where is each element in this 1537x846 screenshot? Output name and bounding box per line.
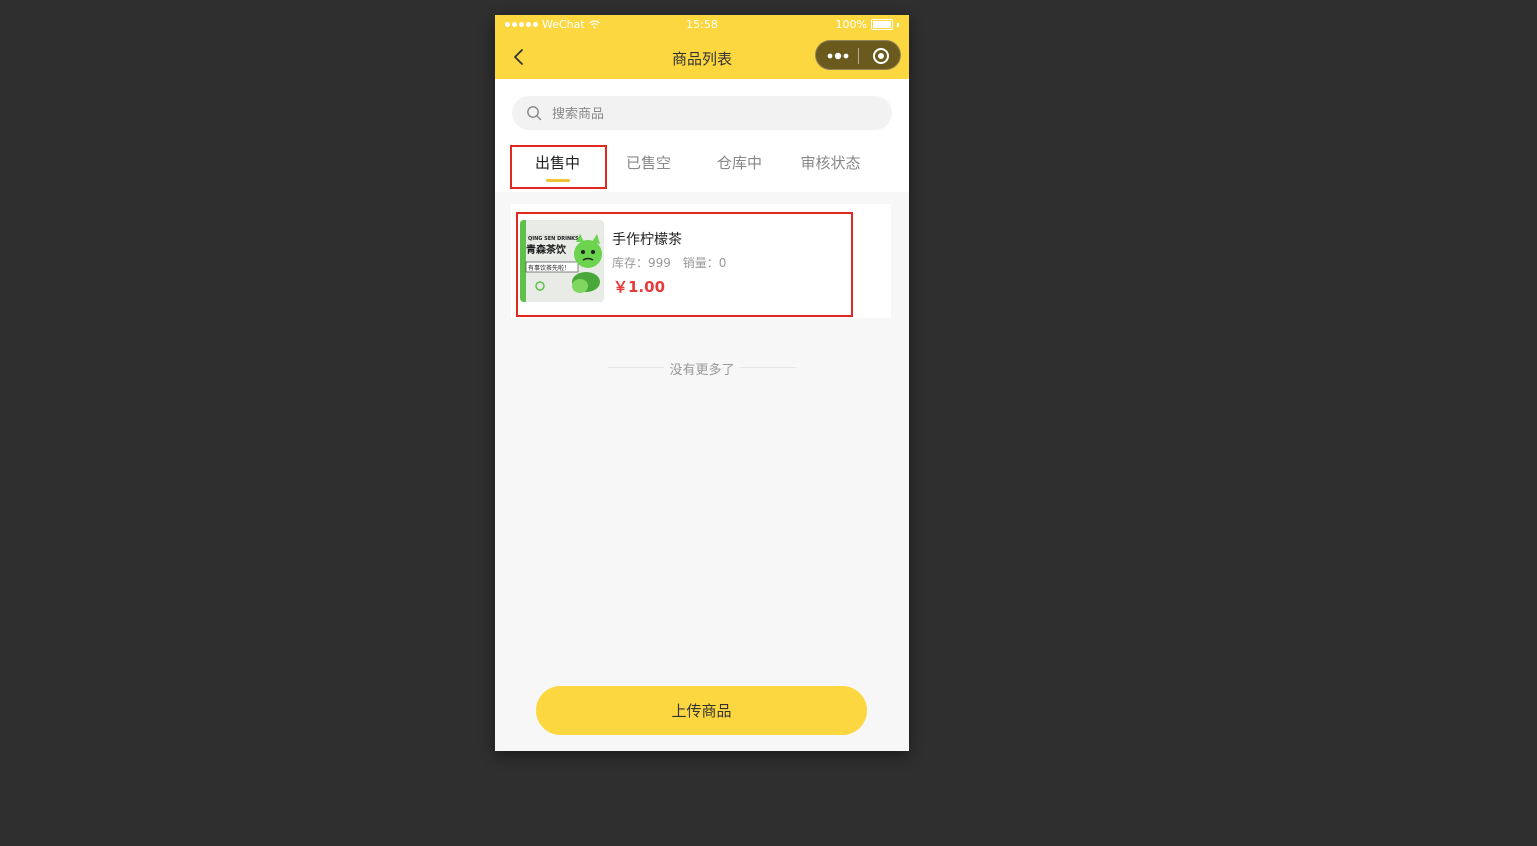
search-icon: [527, 106, 542, 121]
battery-status: 100%: [836, 18, 899, 31]
mini-program-capsule: [815, 40, 901, 70]
tab-label: 已售空: [625, 154, 671, 172]
more-dots-icon[interactable]: [826, 51, 850, 61]
upload-product-button[interactable]: 上传商品: [536, 686, 867, 735]
highlight-box-product: [516, 212, 853, 317]
search-bar: [512, 96, 892, 132]
tab-review-status[interactable]: 审核状态: [785, 151, 876, 191]
battery-percent: 100%: [835, 18, 867, 31]
divider-right: [740, 367, 796, 368]
highlight-box-tab: [510, 145, 607, 189]
battery-icon: [871, 19, 893, 30]
status-bar: WeChat 15:58 100%: [495, 15, 909, 35]
tab-in-warehouse[interactable]: 仓库中: [694, 151, 785, 191]
tab-label: 审核状态: [800, 154, 861, 172]
nav-bar: 商品列表: [495, 35, 909, 79]
search-input[interactable]: [550, 96, 884, 132]
capsule-divider: [858, 48, 859, 64]
no-more-text: 没有更多了: [669, 363, 735, 378]
tab-label: 仓库中: [716, 154, 762, 172]
tab-sold-out[interactable]: 已售空: [603, 151, 694, 191]
list-end-indicator: 没有更多了: [495, 358, 909, 378]
phone-frame: WeChat 15:58 100% 商品列表 搜索商品 出售中 已售空 仓库中 …: [495, 15, 909, 751]
target-circle-icon[interactable]: [872, 47, 890, 65]
